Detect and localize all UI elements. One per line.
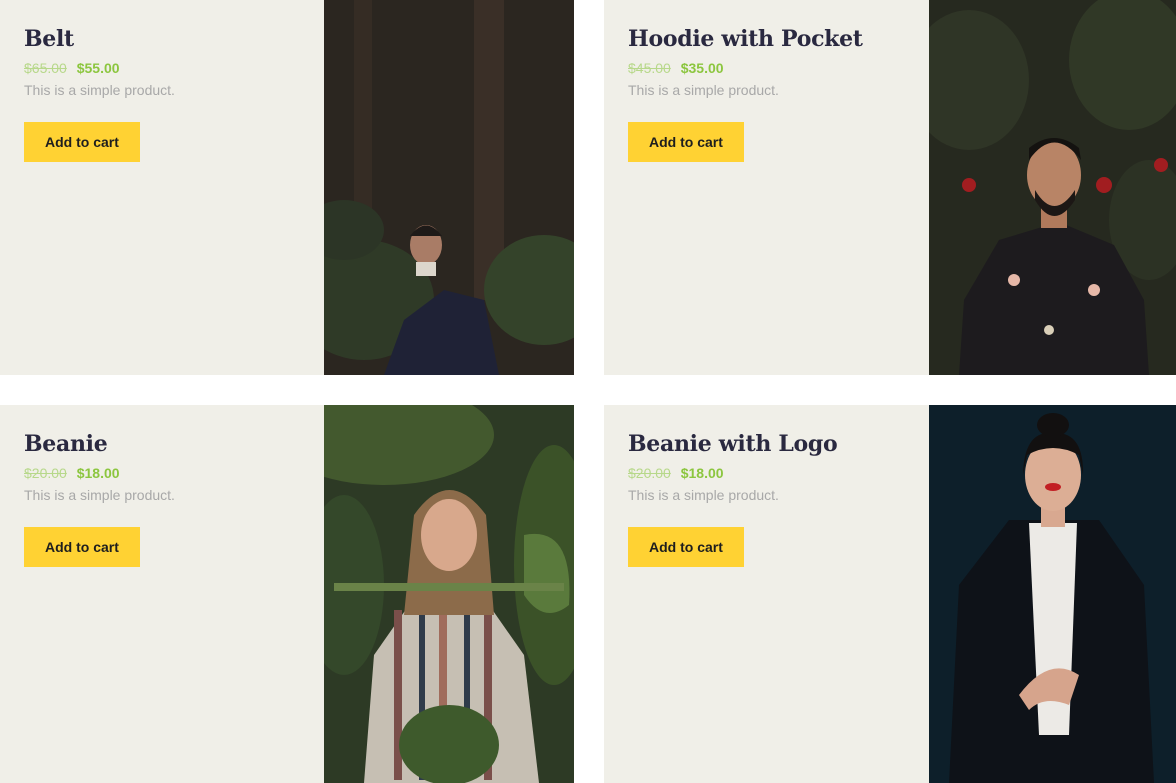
woman-in-striped-sweater-photo (324, 405, 574, 783)
product-image[interactable] (324, 405, 574, 783)
add-to-cart-button[interactable]: Add to cart (24, 527, 140, 567)
product-description: This is a simple product. (628, 487, 779, 503)
product-title[interactable]: Belt (24, 24, 304, 54)
man-in-floral-shirt-photo (929, 0, 1176, 375)
product-price: $20.00 $18.00 (628, 463, 908, 483)
sale-price: $18.00 (76, 465, 120, 481)
product-info: Beanie $20.00 $18.00 This is a simple pr… (24, 429, 304, 567)
product-card: Hoodie with Pocket $45.00 $35.00 This is… (604, 0, 1176, 375)
product-description: This is a simple product. (24, 487, 175, 503)
product-description: This is a simple product. (628, 82, 779, 98)
product-card: Beanie $20.00 $18.00 This is a simple pr… (0, 405, 574, 783)
product-info: Hoodie with Pocket $45.00 $35.00 This is… (628, 24, 908, 162)
sale-price: $18.00 (680, 465, 724, 481)
add-to-cart-button[interactable]: Add to cart (628, 527, 744, 567)
add-to-cart-button[interactable]: Add to cart (24, 122, 140, 162)
product-card: Beanie with Logo $20.00 $18.00 This is a… (604, 405, 1176, 783)
product-price: $65.00 $55.00 (24, 58, 304, 78)
man-in-dark-forest-photo (324, 0, 574, 375)
product-title[interactable]: Beanie with Logo (628, 429, 908, 459)
product-image[interactable] (929, 405, 1176, 783)
sale-price: $35.00 (680, 60, 724, 76)
woman-in-black-blazer-photo (929, 405, 1176, 783)
product-grid: Belt $65.00 $55.00 This is a simple prod… (0, 0, 1176, 783)
regular-price: $65.00 (24, 60, 67, 76)
product-price: $45.00 $35.00 (628, 58, 908, 78)
product-price: $20.00 $18.00 (24, 463, 304, 483)
product-card: Belt $65.00 $55.00 This is a simple prod… (0, 0, 574, 375)
regular-price: $20.00 (628, 465, 671, 481)
add-to-cart-button[interactable]: Add to cart (628, 122, 744, 162)
product-info: Beanie with Logo $20.00 $18.00 This is a… (628, 429, 908, 567)
regular-price: $45.00 (628, 60, 671, 76)
sale-price: $55.00 (76, 60, 120, 76)
product-title[interactable]: Beanie (24, 429, 304, 459)
product-description: This is a simple product. (24, 82, 175, 98)
product-image[interactable] (929, 0, 1176, 375)
regular-price: $20.00 (24, 465, 67, 481)
product-title[interactable]: Hoodie with Pocket (628, 24, 908, 54)
product-info: Belt $65.00 $55.00 This is a simple prod… (24, 24, 304, 162)
product-image[interactable] (324, 0, 574, 375)
